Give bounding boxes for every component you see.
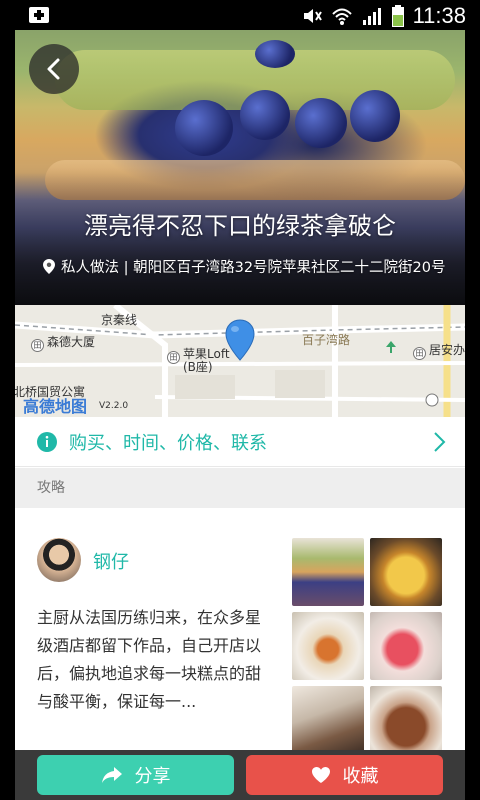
hero-image: 漂亮得不忍下口的绿茶拿破仑 私人做法 | 朝阳区百子湾路32号院苹果社区二十二院… [15, 30, 465, 305]
map-poi-apple-loft-b: (B座) [183, 360, 213, 374]
map-poi-icon [425, 393, 439, 407]
notification-icon [29, 7, 49, 23]
photo-thumbnail[interactable] [292, 538, 364, 606]
photo-thumbnail[interactable] [370, 538, 442, 606]
photo-thumbnail[interactable] [370, 686, 442, 754]
favorite-label: 收藏 [342, 766, 379, 787]
purchase-info-row[interactable]: 购买、时间、价格、联系 [15, 417, 465, 467]
mute-icon [303, 9, 322, 23]
map-label-baiziwan: 百子湾路 [302, 333, 351, 347]
map-marker-icon[interactable] [225, 319, 255, 361]
section-header: 攻略 [15, 468, 465, 508]
purchase-info-label: 购买、时间、价格、联系 [69, 432, 267, 454]
heart-icon [311, 767, 330, 783]
app-screen: 漂亮得不忍下口的绿茶拿破仑 私人做法 | 朝阳区百子湾路32号院苹果社区二十二院… [15, 30, 465, 800]
share-label: 分享 [134, 766, 171, 787]
back-button[interactable] [29, 44, 79, 94]
signal-icon [362, 8, 381, 25]
favorite-button[interactable]: 收藏 [246, 755, 443, 795]
info-icon [37, 431, 57, 452]
status-time: 11:38 [412, 3, 466, 28]
chevron-right-icon [434, 432, 446, 452]
map-provider-logo: 高德地图 [23, 397, 88, 416]
photo-thumbnail[interactable] [370, 612, 442, 680]
share-icon [101, 767, 122, 783]
photo-thumbnail[interactable] [292, 612, 364, 680]
photo-thumbnail[interactable] [292, 686, 364, 754]
page-title: 漂亮得不忍下口的绿茶拿破仑 [84, 212, 396, 240]
back-icon [47, 58, 60, 80]
avatar[interactable] [37, 538, 81, 582]
map-poi-sende: 田森德大厦 [31, 333, 95, 352]
status-bar: 11:38 [0, 0, 480, 30]
article-body: 主厨从法国历练归来，在众多星级酒店都留下作品，自己开店以后，偏执地追求每一块糕点… [37, 608, 262, 711]
map-version: V2.2.0 [99, 401, 129, 411]
bottom-action-bar: 分享 收藏 [15, 750, 465, 800]
map-park-icon [386, 341, 396, 353]
battery-icon [391, 5, 404, 27]
author-name[interactable]: 钢仔 [93, 548, 129, 574]
map-poi-juan: 田居安办 [413, 341, 465, 360]
share-button[interactable]: 分享 [37, 755, 234, 795]
address-text: 私人做法 | 朝阳区百子湾路32号院苹果社区二十二院街20号 [61, 260, 446, 276]
map-label-jingqin: 京秦线 [101, 313, 138, 327]
address: 私人做法 | 朝阳区百子湾路32号院苹果社区二十二院街20号 [43, 256, 446, 277]
wifi-icon [331, 8, 352, 25]
location-pin-icon [43, 259, 55, 274]
map-view[interactable]: 京秦线 百子湾路 田森德大厦 田苹果Loft (B座) 田居安办 北桥国贸公寓 … [15, 305, 465, 417]
